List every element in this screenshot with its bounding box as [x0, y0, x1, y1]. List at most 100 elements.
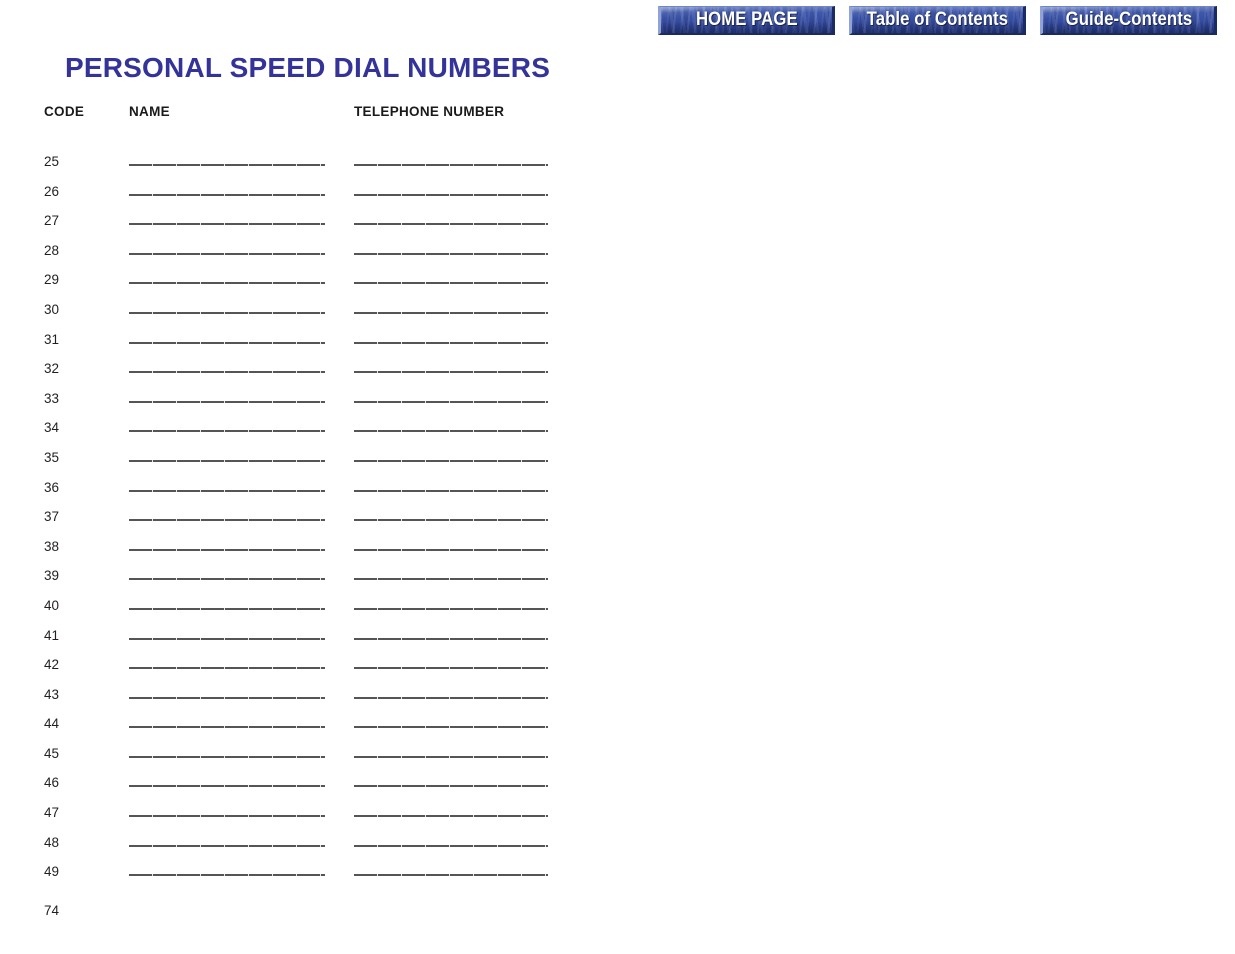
telephone-number-field[interactable] [354, 744, 564, 763]
table-row: 33 [44, 389, 564, 419]
name-field[interactable] [129, 152, 354, 171]
name-field[interactable] [129, 714, 354, 733]
telephone-number-field[interactable] [354, 182, 564, 201]
nav-table-of-contents[interactable]: Table of Contents [849, 6, 1026, 35]
name-field[interactable] [129, 685, 354, 704]
telephone-blank-line [354, 714, 548, 729]
name-field[interactable] [129, 418, 354, 437]
table-row: 37 [44, 507, 564, 537]
telephone-number-field[interactable] [354, 211, 564, 230]
table-row: 26 [44, 182, 564, 212]
name-field[interactable] [129, 773, 354, 792]
telephone-number-field[interactable] [354, 803, 564, 822]
page-title: PERSONAL SPEED DIAL NUMBERS [65, 52, 551, 83]
telephone-number-field[interactable] [354, 330, 564, 349]
telephone-number-field[interactable] [354, 359, 564, 378]
telephone-number-field[interactable] [354, 478, 564, 497]
telephone-number-field[interactable] [354, 626, 564, 645]
nav-button-label: HOME PAGE [695, 9, 798, 30]
name-blank-line [129, 537, 325, 551]
telephone-number-field[interactable] [354, 566, 564, 585]
speed-dial-code: 41 [44, 627, 60, 643]
telephone-number-field[interactable] [354, 596, 564, 615]
table-row: 40 [44, 596, 564, 626]
speed-dial-code: 38 [44, 538, 60, 554]
telephone-blank-line [354, 685, 548, 699]
speed-dial-code: 36 [44, 479, 60, 495]
telephone-number-field[interactable] [354, 389, 564, 408]
name-field[interactable] [129, 833, 354, 852]
name-blank-line [129, 300, 325, 314]
telephone-number-field[interactable] [354, 833, 564, 852]
name-blank-line [129, 596, 325, 610]
name-field[interactable] [129, 330, 354, 349]
telephone-number-field[interactable] [354, 537, 564, 556]
telephone-number-field[interactable] [354, 714, 564, 733]
telephone-number-field[interactable] [354, 270, 564, 289]
telephone-number-field[interactable] [354, 300, 564, 319]
table-row: 32 [44, 359, 564, 389]
page-number: 74 [44, 903, 60, 918]
name-field[interactable] [129, 596, 354, 615]
speed-dial-code: 44 [44, 716, 60, 732]
name-blank-line [129, 803, 325, 818]
table-row: 48 [44, 833, 564, 863]
telephone-number-field[interactable] [354, 862, 564, 881]
name-blank-line [129, 744, 325, 758]
telephone-blank-line [354, 418, 548, 433]
nav-button-label: Guide-Contents [1065, 9, 1192, 30]
telephone-blank-line [354, 389, 548, 403]
nav-home-page[interactable]: HOME PAGE [658, 6, 835, 35]
column-header-name: NAME [129, 104, 170, 119]
table-row: 47 [44, 803, 564, 833]
name-field[interactable] [129, 566, 354, 585]
telephone-number-field[interactable] [354, 685, 564, 704]
name-field[interactable] [129, 478, 354, 497]
name-field[interactable] [129, 655, 354, 674]
name-field[interactable] [129, 744, 354, 763]
name-blank-line [129, 685, 325, 699]
name-field[interactable] [129, 300, 354, 319]
name-field[interactable] [129, 507, 354, 526]
telephone-blank-line [354, 478, 548, 492]
name-field[interactable] [129, 241, 354, 260]
name-field[interactable] [129, 626, 354, 645]
name-field[interactable] [129, 448, 354, 467]
name-field[interactable] [129, 389, 354, 408]
speed-dial-code: 30 [44, 301, 60, 317]
table-row: 28 [44, 241, 564, 271]
nav-guide-contents[interactable]: Guide-Contents [1040, 6, 1217, 35]
telephone-number-field[interactable] [354, 241, 564, 260]
name-field[interactable] [129, 359, 354, 378]
name-field[interactable] [129, 803, 354, 822]
telephone-number-field[interactable] [354, 655, 564, 674]
speed-dial-code: 45 [44, 745, 60, 761]
name-field[interactable] [129, 270, 354, 289]
telephone-number-field[interactable] [354, 418, 564, 437]
name-blank-line [129, 626, 325, 640]
speed-dial-code: 43 [44, 686, 60, 702]
name-field[interactable] [129, 211, 354, 230]
speed-dial-code: 26 [44, 183, 60, 199]
name-blank-line [129, 182, 325, 196]
speed-dial-code: 34 [44, 420, 60, 436]
name-field[interactable] [129, 537, 354, 556]
telephone-number-field[interactable] [354, 773, 564, 792]
name-blank-line [129, 152, 325, 166]
column-header-telephone-number: TELEPHONE NUMBER [354, 104, 505, 119]
telephone-blank-line [354, 655, 548, 670]
telephone-number-field[interactable] [354, 152, 564, 171]
name-field[interactable] [129, 862, 354, 881]
telephone-blank-line [354, 300, 548, 314]
name-field[interactable] [129, 182, 354, 201]
table-row: 46 [44, 773, 564, 803]
name-blank-line [129, 566, 325, 581]
speed-dial-code: 25 [44, 154, 60, 169]
telephone-blank-line [354, 744, 548, 758]
telephone-blank-line [354, 211, 548, 226]
table-row: 30 [44, 300, 564, 330]
telephone-number-field[interactable] [354, 507, 564, 526]
telephone-blank-line [354, 330, 548, 344]
table-row: 27 [44, 211, 564, 241]
telephone-number-field[interactable] [354, 448, 564, 467]
